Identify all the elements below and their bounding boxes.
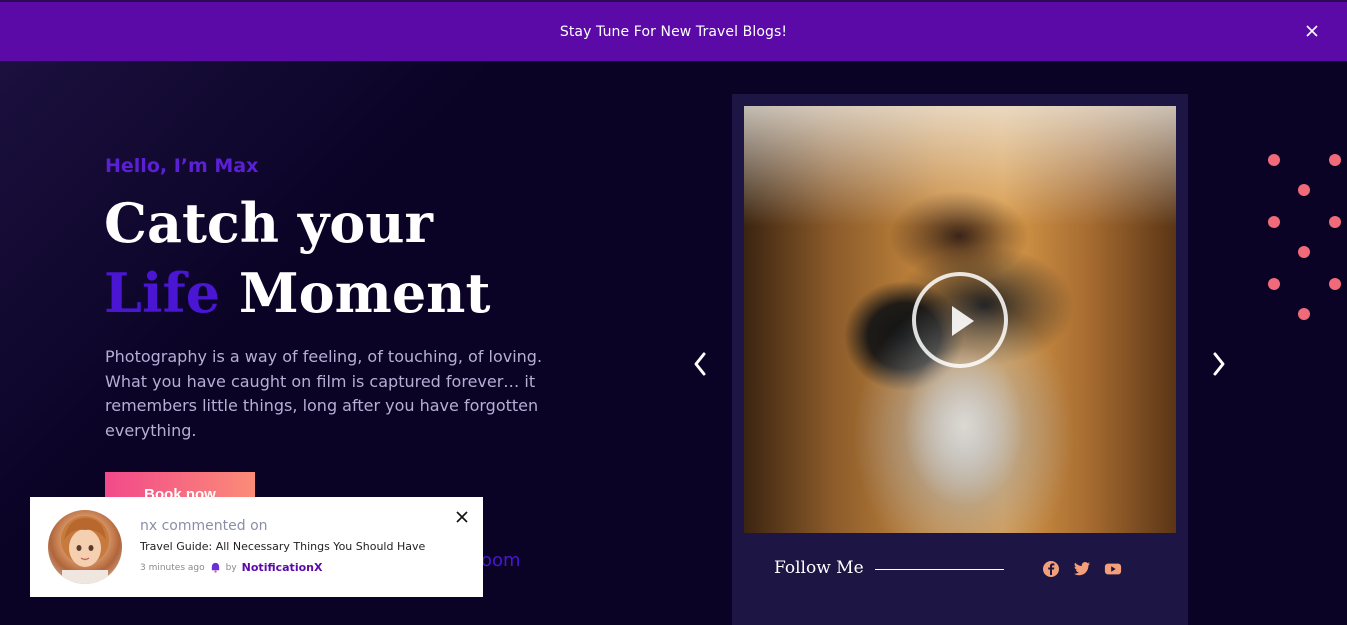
- hero-photo: [744, 106, 1176, 533]
- notification-time: 3 minutes ago: [140, 562, 205, 573]
- decor-dot: [1268, 154, 1280, 166]
- headline-line1: Catch your: [104, 191, 433, 255]
- hero-headline: Catch your Life Moment: [104, 188, 624, 328]
- twitter-icon[interactable]: [1073, 560, 1091, 578]
- decor-dot: [1268, 216, 1280, 228]
- notification-meta: 3 minutes ago by NotificationX: [140, 561, 322, 574]
- notificationx-logo-icon: [211, 562, 219, 573]
- facebook-icon[interactable]: [1042, 560, 1060, 578]
- notification-title: nx commented on: [140, 518, 268, 534]
- follow-divider: [875, 569, 1004, 570]
- decor-dot: [1298, 184, 1310, 196]
- headline-accent: Life: [104, 261, 221, 325]
- announcement-text: Stay Tune For New Travel Blogs!: [559, 23, 788, 40]
- chevron-right-icon[interactable]: [1209, 350, 1229, 378]
- decor-dot: [1298, 308, 1310, 320]
- chevron-left-icon[interactable]: [690, 350, 710, 378]
- hero-greeting: Hello, I’m Max: [105, 155, 259, 177]
- announcement-bar: Stay Tune For New Travel Blogs!: [0, 0, 1347, 61]
- secondary-link[interactable]: oom: [481, 550, 521, 571]
- notification-popup[interactable]: nx commented on Travel Guide: All Necess…: [30, 497, 483, 597]
- decor-dot: [1268, 278, 1280, 290]
- youtube-icon[interactable]: [1104, 560, 1122, 578]
- hero-description: Photography is a way of feeling, of touc…: [105, 347, 543, 440]
- decor-dot: [1329, 216, 1341, 228]
- notification-by: by: [225, 562, 237, 573]
- notification-brand[interactable]: NotificationX: [242, 561, 323, 574]
- headline-rest: Moment: [238, 261, 491, 325]
- close-icon[interactable]: [1303, 22, 1321, 40]
- avatar-illustration: [61, 516, 109, 584]
- decor-dot: [1298, 246, 1310, 258]
- close-icon[interactable]: [455, 510, 469, 524]
- follow-me-label: Follow Me: [774, 558, 864, 578]
- play-button[interactable]: [912, 272, 1008, 368]
- notification-body[interactable]: Travel Guide: All Necessary Things You S…: [140, 540, 425, 553]
- play-icon: [952, 306, 974, 336]
- decor-dot: [1329, 278, 1341, 290]
- media-card: Follow Me: [732, 94, 1188, 625]
- decor-dot: [1329, 154, 1341, 166]
- avatar: [48, 510, 122, 584]
